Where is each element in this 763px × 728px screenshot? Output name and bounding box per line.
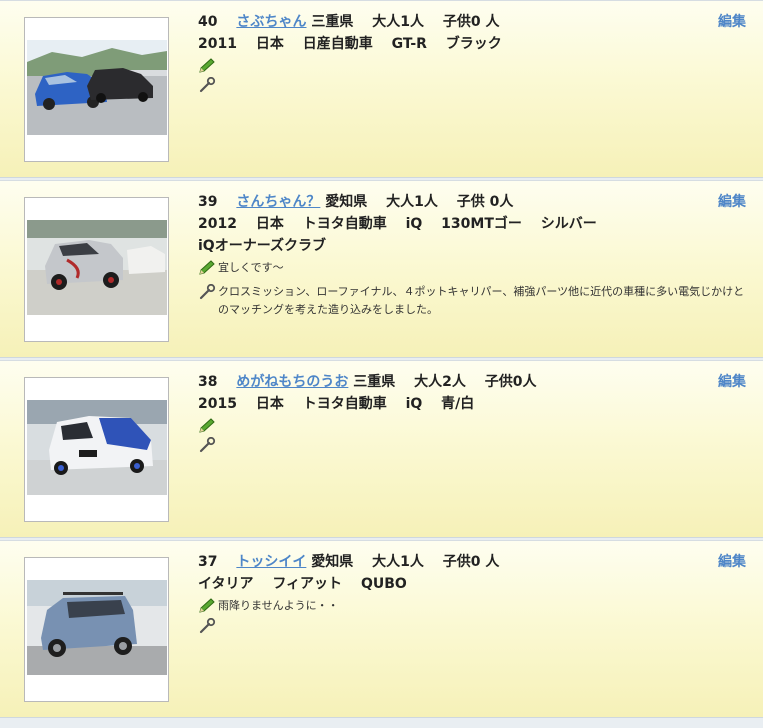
- car-entry: 37 トッシイイ 愛知県 大人1人 子供0 人 イタリア フィアット QUBO …: [0, 540, 763, 718]
- adults-count: 大人1人: [372, 14, 424, 30]
- user-name-link[interactable]: さんちゃん？: [236, 194, 320, 210]
- entry-number: 39: [198, 194, 218, 210]
- wrench-icon: [199, 618, 216, 634]
- car-maker: トヨタ自動車: [302, 216, 387, 232]
- car-photo-image: [27, 40, 167, 135]
- car-line: 2012 日本 トヨタ自動車 iQ 130MTゴー シルバー: [198, 213, 753, 235]
- comment-text: 宜しくです〜: [218, 261, 284, 274]
- car-maker: トヨタ自動車: [302, 396, 387, 412]
- pencil-icon: [199, 260, 215, 275]
- children-count: 子供0 人: [442, 14, 500, 30]
- entry-info: 38 めがねもちのうお 三重県 大人2人 子供0人 2015 日本 トヨタ自動車…: [198, 371, 753, 453]
- adults-count: 大人1人: [372, 554, 424, 570]
- comment-row: [198, 417, 753, 434]
- pencil-icon: [199, 598, 215, 613]
- car-year: 2012: [198, 216, 237, 232]
- car-photo[interactable]: [24, 17, 169, 162]
- owner-line: 39 さんちゃん？ 愛知県 大人1人 子供 0人: [198, 191, 753, 213]
- car-color: シルバー: [540, 216, 597, 232]
- car-grade: 130MTゴー: [441, 216, 522, 232]
- entry-number: 40: [198, 14, 218, 30]
- adults-count: 大人2人: [414, 374, 466, 390]
- customization-row: [198, 617, 753, 634]
- customization-row: [198, 436, 753, 453]
- car-country: 日本: [255, 396, 284, 412]
- car-entry: 39 さんちゃん？ 愛知県 大人1人 子供 0人 2012 日本 トヨタ自動車 …: [0, 180, 763, 358]
- wrench-icon: [199, 77, 216, 93]
- car-photo[interactable]: [24, 377, 169, 522]
- car-model: iQ: [405, 396, 423, 412]
- entry-info: 37 トッシイイ 愛知県 大人1人 子供0 人 イタリア フィアット QUBO …: [198, 551, 753, 634]
- car-photo[interactable]: [24, 197, 169, 342]
- pencil-icon: [199, 58, 215, 73]
- edit-link[interactable]: 編集: [718, 191, 746, 211]
- owner-line: 38 めがねもちのうお 三重県 大人2人 子供0人: [198, 371, 753, 393]
- customization-row: クロスミッション、ローファイナル、４ポットキャリパー、補強パーツ他に近代の車種に…: [198, 283, 753, 319]
- children-count: 子供0人: [484, 374, 537, 390]
- comment-row: 宜しくです〜: [198, 259, 753, 277]
- car-country: 日本: [255, 216, 284, 232]
- car-line: イタリア フィアット QUBO: [198, 573, 753, 595]
- user-name-link[interactable]: さぶちゃん: [236, 14, 306, 30]
- car-entry-list: 40 さぶちゃん 三重県 大人1人 子供0 人 2011 日本 日産自動車 GT…: [0, 0, 763, 728]
- car-color: ブラック: [445, 36, 502, 52]
- club-line: iQオーナーズクラブ: [198, 235, 753, 257]
- prefecture: 三重県: [353, 374, 396, 390]
- entry-info: 40 さぶちゃん 三重県 大人1人 子供0 人 2011 日本 日産自動車 GT…: [198, 11, 753, 93]
- prefecture: 愛知県: [325, 194, 368, 210]
- car-color: 青/白: [441, 396, 475, 412]
- edit-link[interactable]: 編集: [718, 11, 746, 31]
- car-line: 2011 日本 日産自動車 GT-R ブラック: [198, 33, 753, 55]
- owner-line: 37 トッシイイ 愛知県 大人1人 子供0 人: [198, 551, 753, 573]
- edit-link[interactable]: 編集: [718, 371, 746, 391]
- comment-text: 雨降りませんように・・: [218, 599, 339, 612]
- car-entry: 40 さぶちゃん 三重県 大人1人 子供0 人 2011 日本 日産自動車 GT…: [0, 0, 763, 178]
- car-model: iQ: [405, 216, 423, 232]
- wrench-icon: [199, 437, 216, 453]
- children-count: 子供 0人: [456, 194, 514, 210]
- car-year: 2011: [198, 36, 237, 52]
- car-photo[interactable]: [24, 557, 169, 702]
- user-name-link[interactable]: めがねもちのうお: [236, 374, 348, 390]
- customization-text: クロスミッション、ローファイナル、４ポットキャリパー、補強パーツ他に近代の車種に…: [218, 285, 745, 316]
- comment-row: [198, 57, 753, 74]
- pencil-icon: [199, 418, 215, 433]
- edit-link[interactable]: 編集: [718, 551, 746, 571]
- entry-number: 38: [198, 374, 218, 390]
- user-name-link[interactable]: トッシイイ: [236, 554, 306, 570]
- car-country: イタリア: [198, 576, 254, 592]
- car-model: GT-R: [391, 36, 427, 52]
- children-count: 子供0 人: [442, 554, 500, 570]
- car-photo-image: [27, 400, 167, 495]
- comment-row: 雨降りませんように・・: [198, 597, 753, 615]
- adults-count: 大人1人: [386, 194, 438, 210]
- car-line: 2015 日本 トヨタ自動車 iQ 青/白: [198, 393, 753, 415]
- car-maker: 日産自動車: [302, 36, 373, 52]
- car-model: QUBO: [360, 576, 407, 592]
- car-photo-image: [27, 220, 167, 315]
- car-year: 2015: [198, 396, 237, 412]
- car-photo-image: [27, 580, 167, 675]
- entry-number: 37: [198, 554, 218, 570]
- owner-line: 40 さぶちゃん 三重県 大人1人 子供0 人: [198, 11, 753, 33]
- customization-row: [198, 76, 753, 93]
- car-country: 日本: [255, 36, 284, 52]
- entry-info: 39 さんちゃん？ 愛知県 大人1人 子供 0人 2012 日本 トヨタ自動車 …: [198, 191, 753, 319]
- club-name: iQオーナーズクラブ: [198, 238, 326, 254]
- prefecture: 三重県: [311, 14, 354, 30]
- wrench-icon: [199, 284, 216, 300]
- prefecture: 愛知県: [311, 554, 354, 570]
- car-maker: フィアット: [272, 576, 343, 592]
- car-entry: 38 めがねもちのうお 三重県 大人2人 子供0人 2015 日本 トヨタ自動車…: [0, 360, 763, 538]
